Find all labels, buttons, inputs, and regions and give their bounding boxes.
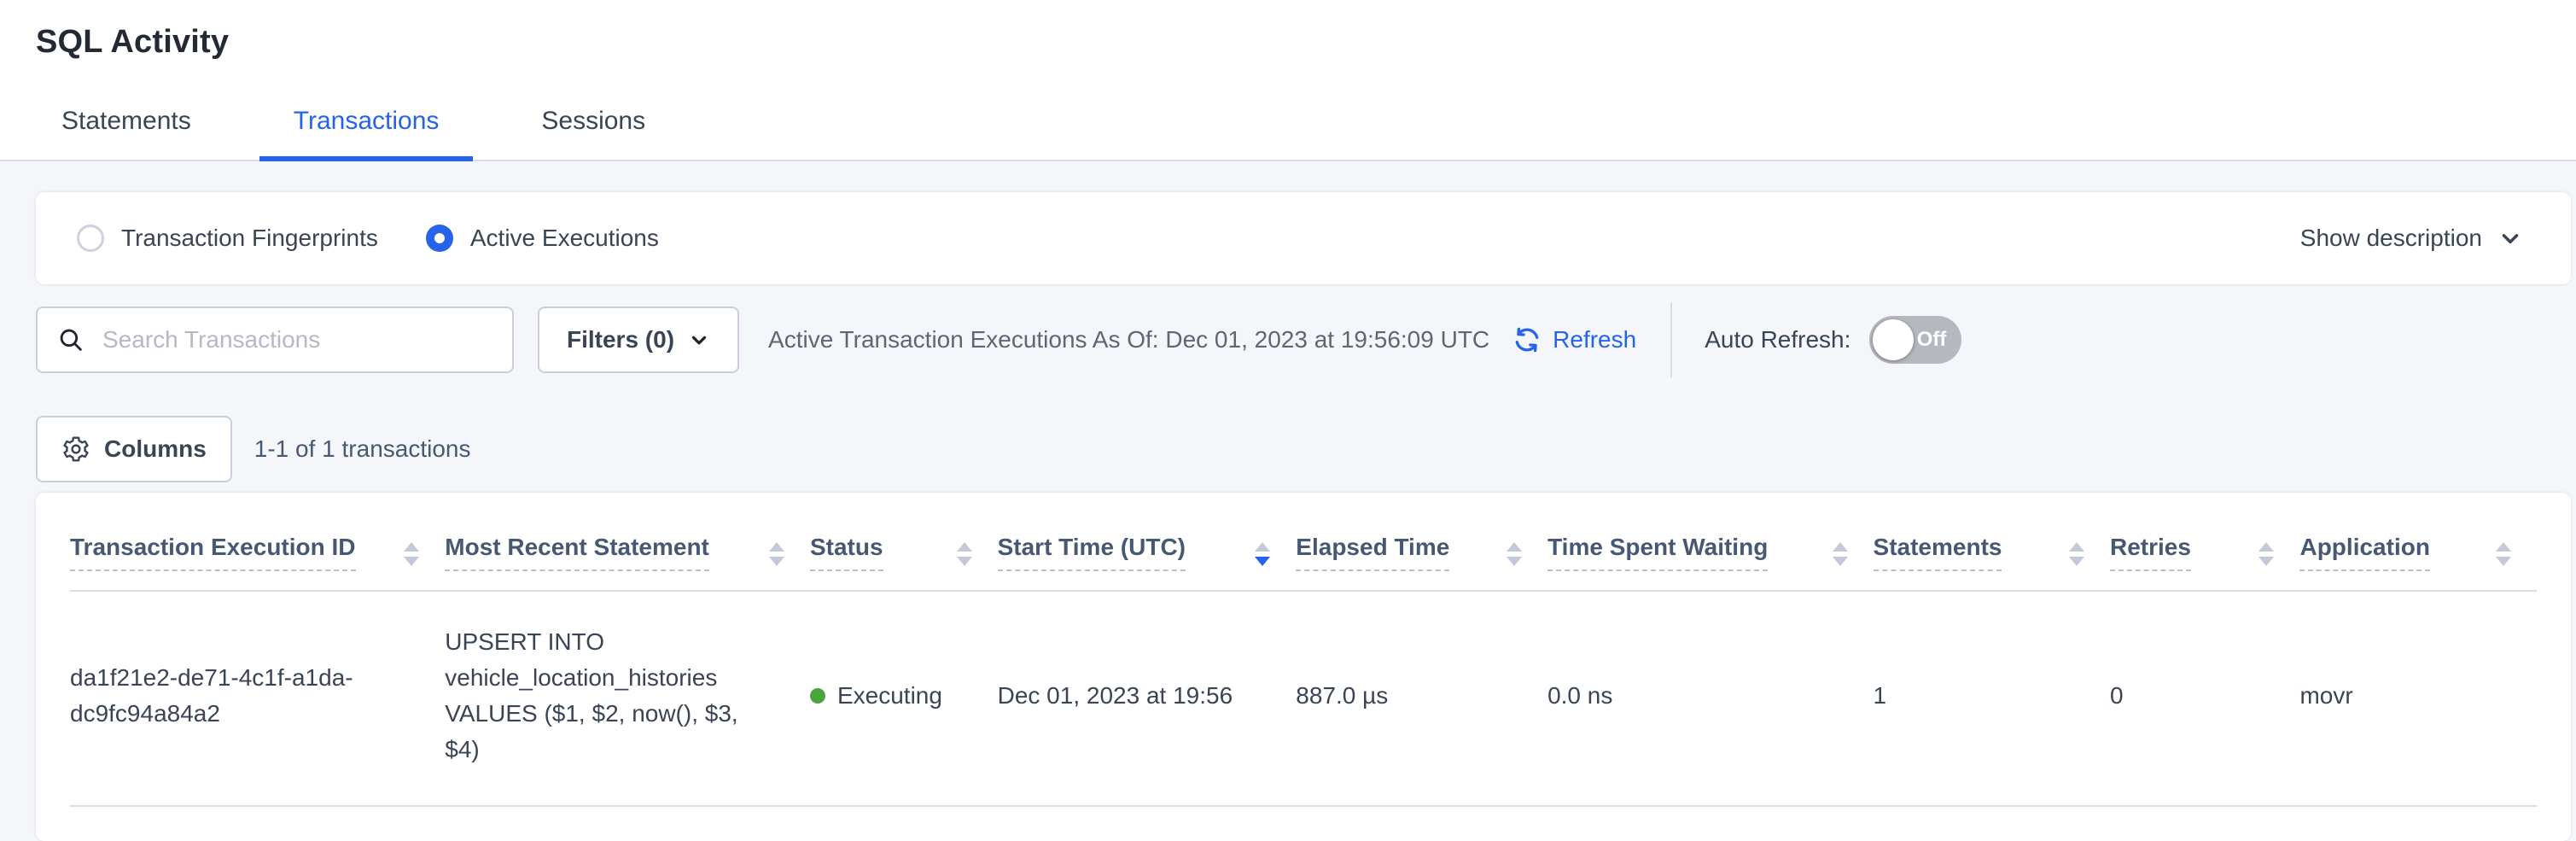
refresh-icon	[1512, 324, 1542, 355]
column-header-transaction-execution-id: Transaction Execution ID	[70, 496, 445, 591]
filters-label: Filters (0)	[567, 326, 674, 353]
page-title: SQL Activity	[0, 0, 2576, 61]
chevron-down-icon	[2497, 225, 2523, 251]
cell-transaction-execution-id[interactable]: da1f21e2-de71-4c1f-a1da- dc9fc94a84a2	[70, 591, 445, 806]
column-label[interactable]: Transaction Execution ID	[70, 534, 356, 571]
transactions-table-card: Transaction Execution ID Most Recent Sta…	[36, 493, 2571, 841]
auto-refresh-state: Off	[1917, 328, 1947, 352]
radio-icon[interactable]	[426, 225, 453, 252]
refresh-label: Refresh	[1553, 326, 1636, 353]
column-label[interactable]: Most Recent Statement	[445, 534, 709, 571]
search-box[interactable]	[36, 307, 514, 373]
column-header-most-recent-statement: Most Recent Statement	[445, 496, 810, 591]
column-header-statements: Statements	[1874, 496, 2110, 591]
tab-sessions[interactable]: Sessions	[507, 107, 679, 161]
statement-line: VALUES ($1, $2, now(), $3, $4)	[445, 696, 772, 768]
sort-icon[interactable]	[1255, 542, 1270, 571]
column-header-application: Application	[2299, 496, 2537, 591]
column-label[interactable]: Elapsed Time	[1296, 534, 1449, 571]
statement-line: UPSERT INTO	[445, 624, 772, 660]
radio-option-transaction-fingerprints[interactable]: Transaction Fingerprints	[77, 225, 378, 252]
column-header-elapsed-time: Elapsed Time	[1296, 496, 1547, 591]
sort-icon[interactable]	[2496, 542, 2511, 571]
filters-button[interactable]: Filters (0)	[538, 307, 739, 373]
auto-refresh-label: Auto Refresh:	[1705, 326, 1850, 353]
column-header-start-time: Start Time (UTC)	[998, 496, 1297, 591]
columns-label: Columns	[104, 435, 207, 463]
radio-icon[interactable]	[77, 225, 104, 252]
result-count: 1-1 of 1 transactions	[254, 435, 471, 463]
column-label[interactable]: Start Time (UTC)	[998, 534, 1186, 571]
search-icon	[56, 325, 85, 354]
view-selector-card: Transaction Fingerprints Active Executio…	[36, 192, 2571, 284]
columns-button[interactable]: Columns	[36, 416, 232, 482]
sort-icon[interactable]	[769, 542, 784, 571]
column-label[interactable]: Statements	[1874, 534, 2002, 571]
column-label[interactable]: Retries	[2110, 534, 2191, 571]
refresh-button[interactable]: Refresh	[1512, 324, 1636, 355]
column-header-retries: Retries	[2110, 496, 2300, 591]
execution-id-line: dc9fc94a84a2	[70, 696, 407, 732]
status-label: Executing	[837, 682, 942, 709]
sort-icon[interactable]	[957, 542, 972, 571]
toolbar-divider	[1670, 302, 1672, 377]
sort-icon[interactable]	[404, 542, 419, 571]
tabs-bar: Statements Transactions Sessions	[0, 107, 2576, 161]
cell-start-time: Dec 01, 2023 at 19:56	[998, 591, 1297, 806]
radio-label: Active Executions	[470, 225, 659, 252]
column-label[interactable]: Status	[810, 534, 883, 571]
gear-icon	[61, 435, 90, 464]
sort-icon[interactable]	[1833, 542, 1848, 571]
cell-retries: 0	[2110, 591, 2300, 806]
status-executing-icon	[810, 688, 825, 704]
auto-refresh-control: Auto Refresh: Off	[1705, 316, 1961, 364]
statement-line: vehicle_location_histories	[445, 660, 772, 696]
sort-icon[interactable]	[2069, 542, 2084, 571]
toolbar: Filters (0) Active Transaction Execution…	[36, 307, 2571, 373]
cell-status: Executing	[810, 591, 998, 806]
column-header-status: Status	[810, 496, 998, 591]
as-of-timestamp: Active Transaction Executions As Of: Dec…	[768, 326, 1489, 353]
radio-label: Transaction Fingerprints	[121, 225, 378, 252]
toggle-knob[interactable]	[1873, 319, 1914, 360]
execution-id-line: da1f21e2-de71-4c1f-a1da-	[70, 660, 407, 696]
table-header-row: Transaction Execution ID Most Recent Sta…	[70, 496, 2537, 591]
transactions-table: Transaction Execution ID Most Recent Sta…	[70, 496, 2537, 807]
column-label[interactable]: Time Spent Waiting	[1547, 534, 1768, 571]
search-input[interactable]	[101, 325, 493, 354]
cell-elapsed-time: 887.0 µs	[1296, 591, 1547, 806]
tab-transactions[interactable]: Transactions	[259, 107, 474, 161]
column-label[interactable]: Application	[2299, 534, 2429, 571]
cell-statements: 1	[1874, 591, 2110, 806]
sort-icon[interactable]	[2258, 542, 2274, 571]
chevron-down-icon	[688, 329, 710, 351]
sort-icon[interactable]	[1507, 542, 1522, 571]
show-description-label: Show description	[2300, 225, 2482, 252]
table-row: da1f21e2-de71-4c1f-a1da- dc9fc94a84a2 UP…	[70, 591, 2537, 806]
cell-time-spent-waiting: 0.0 ns	[1547, 591, 1873, 806]
column-header-time-spent-waiting: Time Spent Waiting	[1547, 496, 1873, 591]
show-description-toggle[interactable]: Show description	[2300, 225, 2523, 252]
radio-option-active-executions[interactable]: Active Executions	[426, 225, 659, 252]
table-controls-row: Columns 1-1 of 1 transactions	[36, 416, 2571, 482]
top-band: SQL Activity Statements Transactions Ses…	[0, 0, 2576, 161]
auto-refresh-toggle[interactable]: Off	[1869, 316, 1961, 364]
content-area: Transaction Fingerprints Active Executio…	[0, 161, 2576, 841]
cell-application: movr	[2299, 591, 2537, 806]
cell-most-recent-statement[interactable]: UPSERT INTO vehicle_location_histories V…	[445, 591, 810, 806]
tab-statements[interactable]: Statements	[27, 107, 225, 161]
